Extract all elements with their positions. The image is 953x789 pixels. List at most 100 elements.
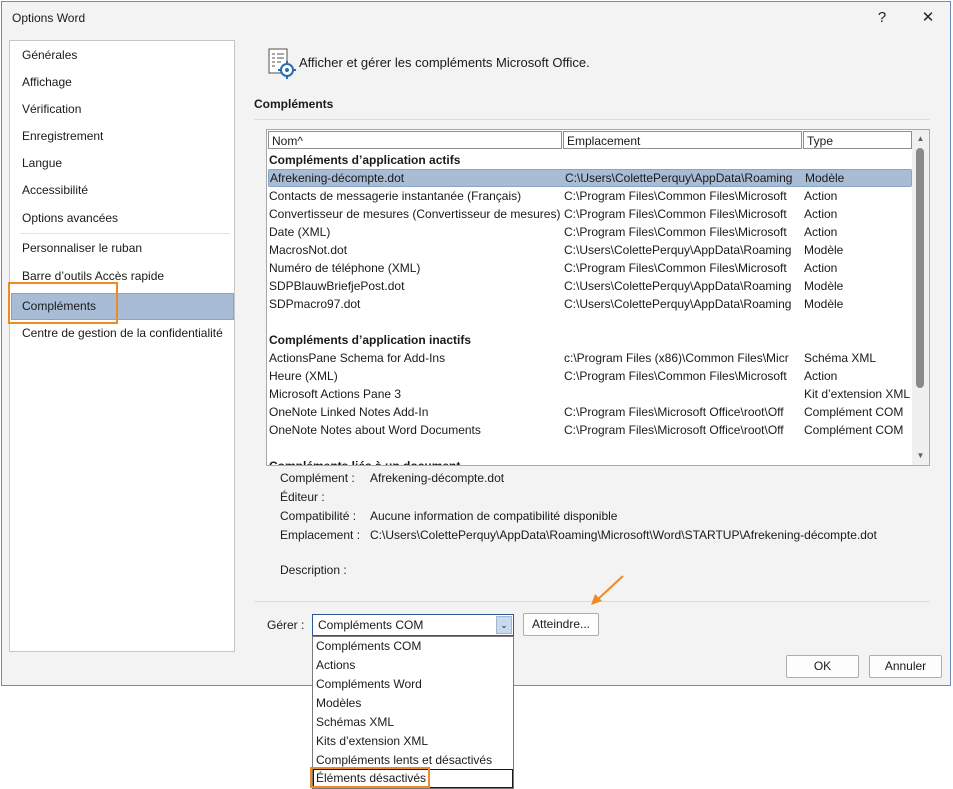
cell-name: Numéro de téléphone (XML): [269, 261, 421, 275]
sidebar-item-langue[interactable]: Langue: [11, 151, 234, 175]
cell-name: OneNote Notes about Word Documents: [269, 423, 481, 437]
cell-name: Afrekening-décompte.dot: [270, 171, 405, 185]
group-inactive-addins: Compléments d’application inactifs: [269, 333, 472, 347]
group-document-addins: Compléments liés à un document: [269, 459, 461, 466]
sidebar-item-complements[interactable]: Compléments: [11, 293, 234, 320]
table-row[interactable]: SDPBlauwBriefjePost.dot C:\Users\Colette…: [268, 277, 912, 295]
table-row[interactable]: Heure (XML) C:\Program Files\Common File…: [268, 367, 912, 385]
vertical-scrollbar[interactable]: ▲ ▼: [912, 130, 929, 465]
sidebar-item-accessibilite[interactable]: Accessibilité: [11, 178, 234, 202]
dropdown-option-elements-desactives[interactable]: Éléments désactivés: [313, 769, 513, 788]
dropdown-option-modeles[interactable]: Modèles: [313, 694, 513, 713]
manage-select-value: Compléments COM: [318, 618, 424, 632]
scroll-down-icon[interactable]: ▼: [912, 448, 929, 464]
ok-button[interactable]: OK: [786, 655, 859, 678]
cell-location: C:\Program Files\Common Files\Microsoft: [564, 189, 787, 203]
cell-name: Date (XML): [269, 225, 331, 239]
addins-gear-icon: [267, 48, 297, 80]
sort-ascending-icon: ^: [297, 134, 303, 148]
group-active-addins: Compléments d’application actifs: [269, 153, 461, 167]
sidebar-item-centre-confidentialite[interactable]: Centre de gestion de la confidentialité: [11, 321, 234, 345]
section-title: Compléments: [254, 97, 334, 111]
title-bar: Options Word ? ✕: [2, 2, 950, 34]
cell-name: MacrosNot.dot: [269, 243, 348, 257]
table-row[interactable]: Numéro de téléphone (XML) C:\Program Fil…: [268, 259, 912, 277]
cell-location: C:\Users\ColettePerquy\AppData\Roaming: [564, 297, 792, 311]
cell-location: C:\Users\ColettePerquy\AppData\Roaming: [565, 171, 793, 185]
help-button[interactable]: ?: [865, 6, 899, 30]
dropdown-option-actions[interactable]: Actions: [313, 656, 513, 675]
sidebar-item-verification[interactable]: Vérification: [11, 97, 234, 121]
cell-location: C:\Users\ColettePerquy\AppData\Roaming: [564, 243, 792, 257]
table-row[interactable]: SDPmacro97.dot C:\Users\ColettePerquy\Ap…: [268, 295, 912, 313]
table-row[interactable]: ActionsPane Schema for Add-Ins c:\Progra…: [268, 349, 912, 367]
cell-type: Modèle: [804, 243, 844, 257]
dropdown-option-schemas-xml[interactable]: Schémas XML: [313, 713, 513, 732]
table-row[interactable]: OneNote Notes about Word Documents C:\Pr…: [268, 421, 912, 439]
options-sidebar: Générales Affichage Vérification Enregis…: [9, 40, 235, 652]
dropdown-option-com[interactable]: Compléments COM: [313, 637, 513, 656]
manage-label: Gérer :: [267, 618, 305, 632]
cell-name: Contacts de messagerie instantanée (Fran…: [269, 189, 522, 203]
addins-list[interactable]: Nom^ Emplacement Type Compléments d’appl…: [266, 129, 930, 466]
go-button[interactable]: Atteindre...: [523, 613, 599, 636]
detail-compat-label: Compatibilité :: [280, 509, 357, 523]
detail-publisher-label: Éditeur :: [280, 490, 325, 504]
cell-name: Convertisseur de mesures (Convertisseur …: [269, 207, 561, 221]
cell-type: Schéma XML: [804, 351, 877, 365]
cell-type: Action: [804, 261, 838, 275]
dropdown-option-word[interactable]: Compléments Word: [313, 675, 513, 694]
cell-name: SDPmacro97.dot: [269, 297, 361, 311]
scroll-thumb[interactable]: [916, 148, 924, 388]
cell-location: C:\Program Files\Common Files\Microsoft: [564, 261, 787, 275]
cell-type: Modèle: [804, 297, 844, 311]
cell-name: Heure (XML): [269, 369, 338, 383]
cell-type: Action: [804, 189, 838, 203]
table-row[interactable]: Contacts de messagerie instantanée (Fran…: [268, 187, 912, 205]
manage-dropdown-list[interactable]: Compléments COM Actions Compléments Word…: [312, 636, 514, 789]
sidebar-item-options-avancees[interactable]: Options avancées: [11, 206, 234, 230]
sidebar-item-acces-rapide[interactable]: Barre d’outils Accès rapide: [11, 264, 234, 288]
table-row[interactable]: Microsoft Actions Pane 3 Kit d’extension…: [268, 385, 912, 403]
cell-type: Complément COM: [804, 405, 904, 419]
cell-location: C:\Program Files\Common Files\Microsoft: [564, 225, 787, 239]
annotation-arrow-icon: [591, 575, 624, 605]
manage-select[interactable]: Compléments COM ⌄: [312, 614, 514, 636]
section-divider: [254, 119, 930, 120]
window-title: Options Word: [12, 11, 86, 25]
detail-location-value: C:\Users\ColettePerquy\AppData\Roaming\M…: [370, 528, 877, 542]
close-button[interactable]: ✕: [911, 6, 945, 30]
scroll-up-icon[interactable]: ▲: [912, 131, 929, 147]
sidebar-item-generales[interactable]: Générales: [11, 43, 234, 67]
column-header-name[interactable]: Nom^: [268, 131, 562, 149]
cell-location: c:\Program Files (x86)\Common Files\Micr: [564, 351, 789, 365]
table-row[interactable]: Date (XML) C:\Program Files\Common Files…: [268, 223, 912, 241]
table-row[interactable]: Convertisseur de mesures (Convertisseur …: [268, 205, 912, 223]
sidebar-item-affichage[interactable]: Affichage: [11, 70, 234, 94]
chevron-down-icon[interactable]: ⌄: [496, 616, 512, 634]
cell-type: Complément COM: [804, 423, 904, 437]
cell-location: C:\Program Files\Microsoft Office\root\O…: [564, 405, 784, 419]
cell-location: C:\Users\ColettePerquy\AppData\Roaming: [564, 279, 792, 293]
cell-type: Action: [804, 369, 838, 383]
table-row[interactable]: OneNote Linked Notes Add-In C:\Program F…: [268, 403, 912, 421]
dropdown-option-kits-xml[interactable]: Kits d’extension XML: [313, 732, 513, 751]
cell-name: Microsoft Actions Pane 3: [269, 387, 402, 401]
column-header-name-label: Nom: [272, 134, 298, 148]
cell-type: Modèle: [805, 171, 845, 185]
sidebar-item-personnaliser-ruban[interactable]: Personnaliser le ruban: [11, 236, 234, 260]
sidebar-divider: [20, 233, 230, 234]
cell-location: C:\Program Files\Common Files\Microsoft: [564, 369, 787, 383]
table-row[interactable]: MacrosNot.dot C:\Users\ColettePerquy\App…: [268, 241, 912, 259]
detail-addin-value: Afrekening-décompte.dot: [370, 471, 505, 485]
table-row[interactable]: Afrekening-décompte.dot C:\Users\Colette…: [268, 169, 912, 187]
sidebar-item-enregistrement[interactable]: Enregistrement: [11, 124, 234, 148]
cell-name: SDPBlauwBriefjePost.dot: [269, 279, 405, 293]
cancel-button[interactable]: Annuler: [869, 655, 942, 678]
detail-location-label: Emplacement :: [280, 528, 361, 542]
column-header-type[interactable]: Type: [803, 131, 912, 149]
cell-location: C:\Program Files\Common Files\Microsoft: [564, 207, 787, 221]
dropdown-option-lents-desactives[interactable]: Compléments lents et désactivés: [313, 751, 513, 770]
cell-type: Action: [804, 207, 838, 221]
column-header-location[interactable]: Emplacement: [563, 131, 802, 149]
